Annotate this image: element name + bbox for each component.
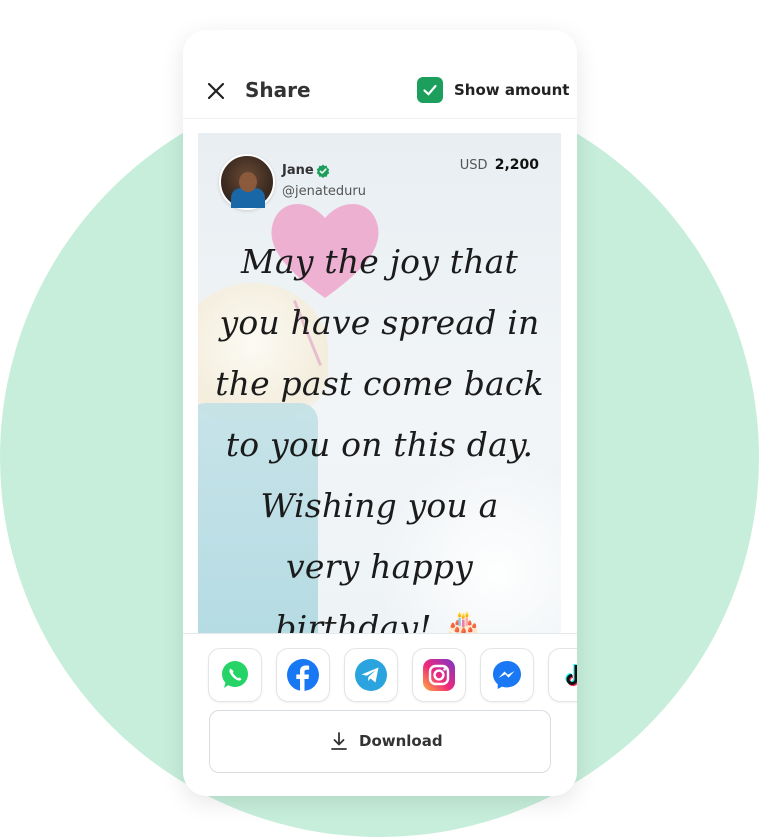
message-line: May the joy that [240, 242, 518, 281]
avatar [219, 154, 275, 210]
telegram-icon [355, 659, 387, 691]
facebook-icon [287, 659, 319, 691]
share-instagram-button[interactable] [412, 648, 466, 702]
instagram-icon [423, 659, 455, 691]
birthday-message: May the joy that you have spread in the … [212, 231, 547, 633]
user-name: Jane [282, 163, 314, 178]
amount-currency: USD [459, 158, 488, 173]
download-button[interactable]: Download [209, 710, 551, 773]
share-messenger-button[interactable] [480, 648, 534, 702]
amount-value: 2,200 [494, 157, 539, 173]
close-icon[interactable] [205, 80, 227, 102]
message-line: the past come back [215, 364, 544, 403]
verified-badge-icon [316, 164, 330, 178]
message-line: to you on this day. [225, 425, 534, 464]
message-line: Wishing you a [260, 486, 499, 525]
share-tiktok-button[interactable] [548, 648, 577, 702]
share-telegram-button[interactable] [344, 648, 398, 702]
show-amount-checkbox[interactable] [417, 77, 443, 103]
download-icon [331, 732, 347, 750]
message-line: birthday! [275, 608, 432, 633]
cake-icon: 🎂 [442, 608, 484, 633]
show-amount-label[interactable]: Show amount [454, 81, 569, 99]
message-line: very happy [286, 547, 473, 586]
share-card-preview: Jane @jenateduru USD 2,200 May the joy t… [198, 133, 561, 633]
share-dialog: Share Show amount Jane @jenateduru USD 2… [183, 30, 577, 796]
message-line-last: birthday! 🎂 [212, 597, 547, 633]
tiktok-icon [565, 664, 577, 687]
message-line: you have spread in [219, 303, 540, 342]
page-title: Share [245, 78, 311, 102]
share-header: Share Show amount [183, 30, 577, 119]
share-facebook-button[interactable] [276, 648, 330, 702]
user-handle: @jenateduru [282, 184, 366, 199]
download-label: Download [359, 732, 443, 750]
share-targets-row [183, 633, 577, 712]
whatsapp-icon [222, 661, 248, 688]
checkmark-icon [423, 84, 437, 96]
share-whatsapp-button[interactable] [208, 648, 262, 702]
amount-display: USD 2,200 [460, 157, 539, 173]
messenger-icon [493, 661, 521, 689]
